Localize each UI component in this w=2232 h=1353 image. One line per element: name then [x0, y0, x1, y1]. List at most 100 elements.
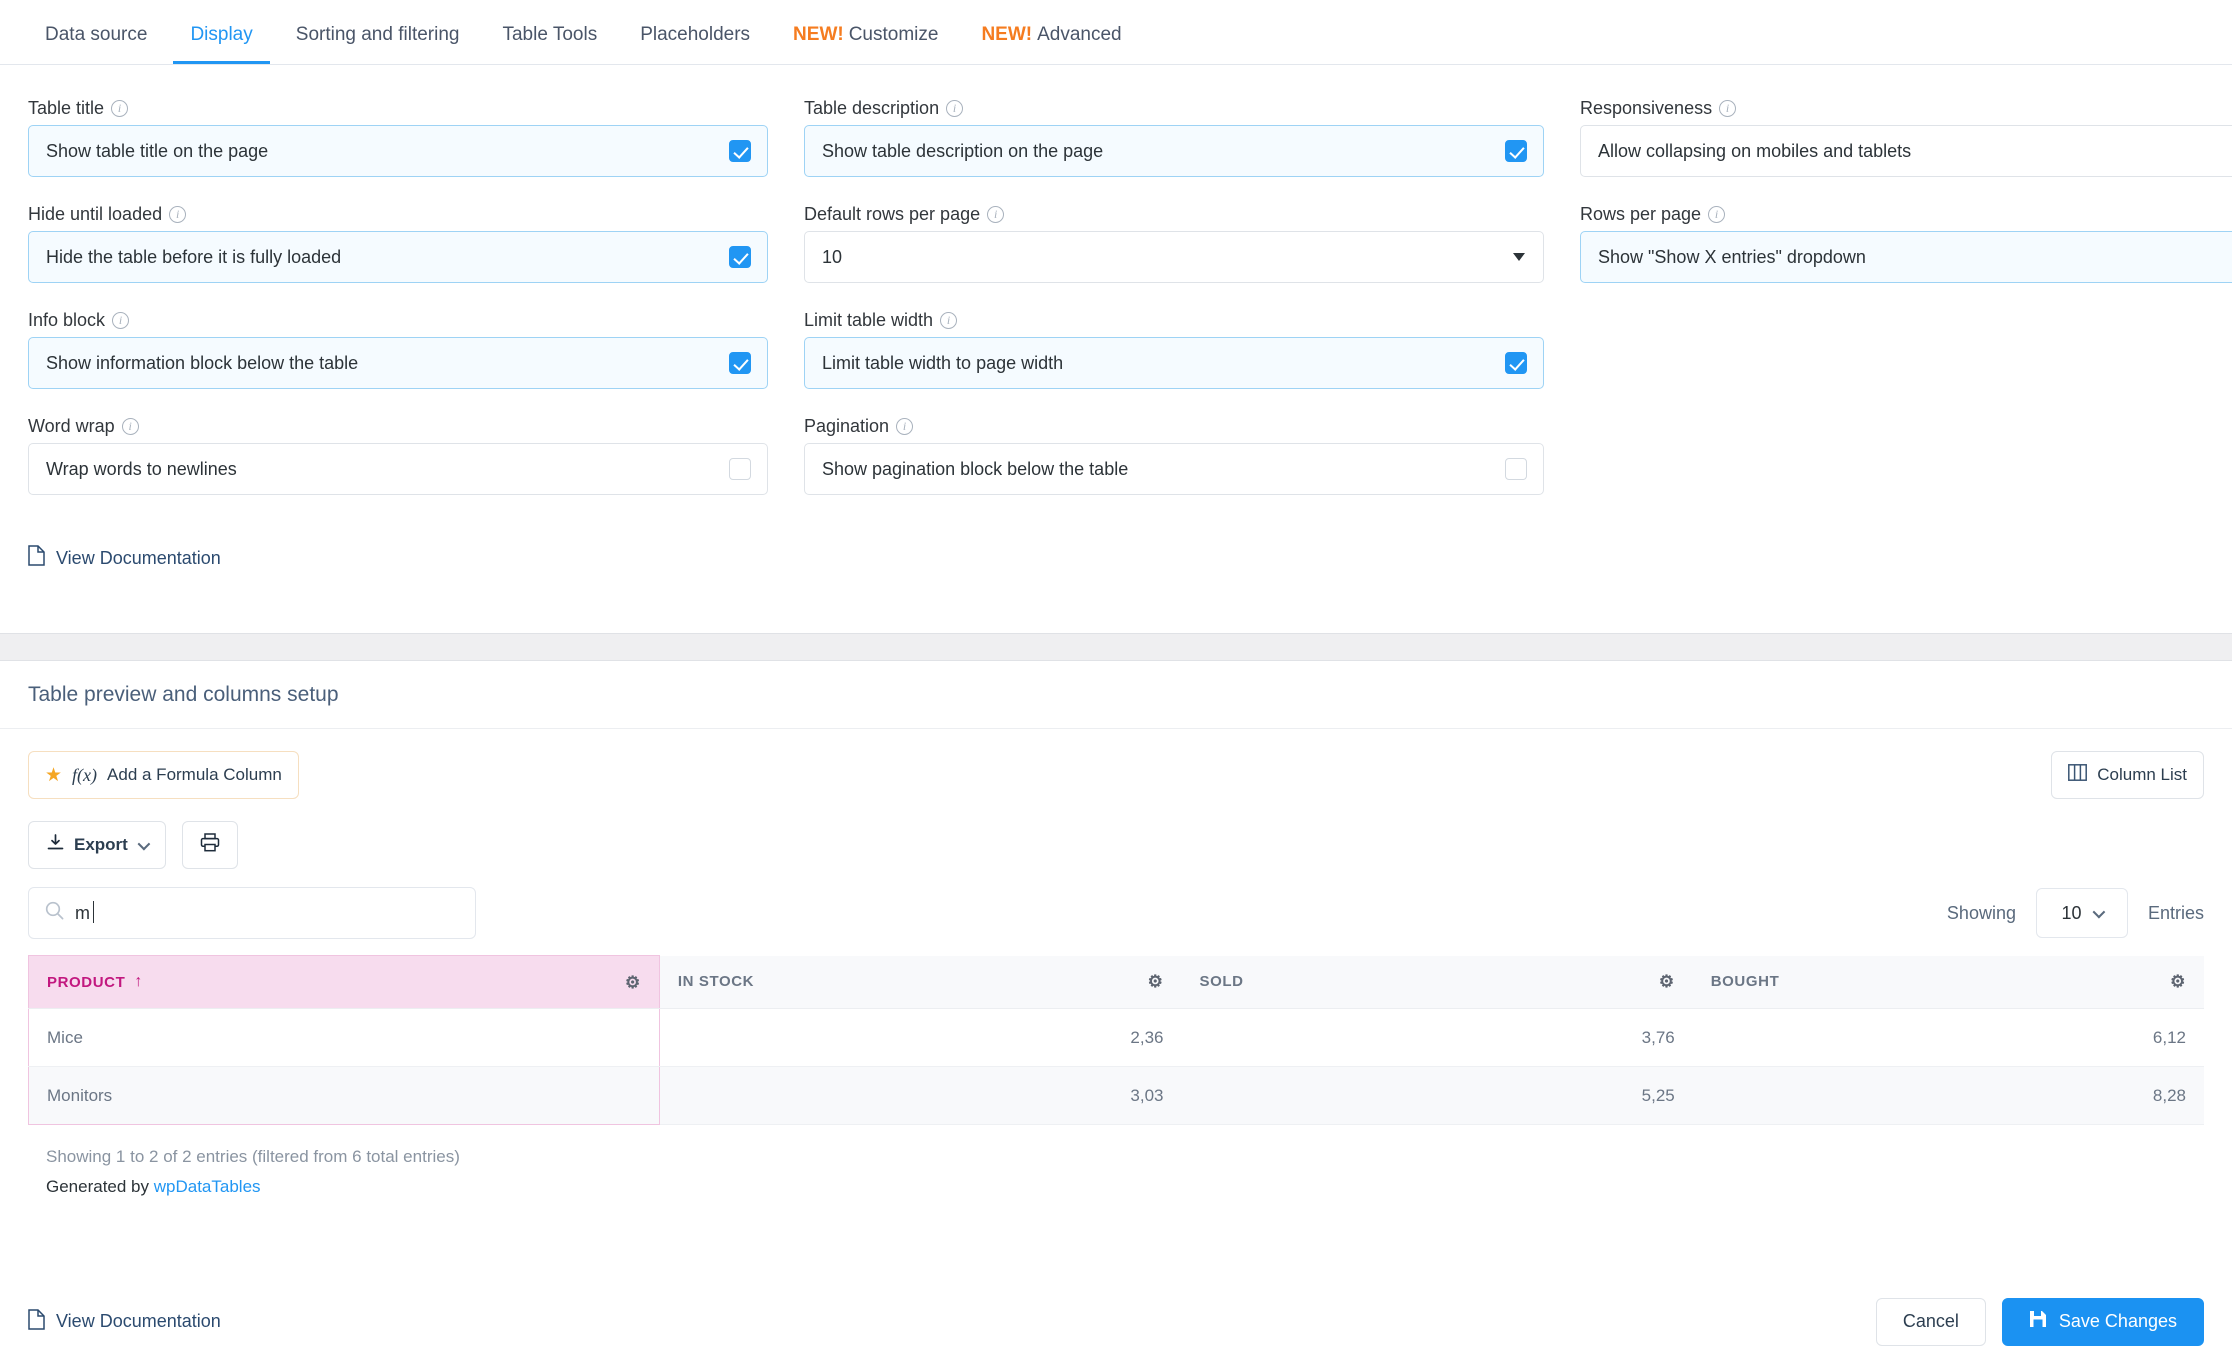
search-input[interactable]: m — [28, 887, 476, 939]
export-toolbar: Export — [28, 821, 2204, 869]
tab-data-source[interactable]: Data source — [28, 25, 164, 64]
settings-field-default-rows-per-page: Default rows per page i 10 — [804, 205, 1544, 283]
tab-bar: Data source Display Sorting and filtering T… — [0, 0, 2232, 65]
field-label-text: Table title — [28, 98, 105, 118]
info-icon[interactable]: i — [1719, 99, 1737, 117]
field-label-pagination: Pagination i — [804, 417, 1544, 435]
checkbox[interactable] — [729, 246, 751, 268]
checkbox-row-table-title[interactable]: Show table title on the page — [28, 125, 768, 177]
checkbox[interactable] — [729, 458, 751, 480]
column-header-in-stock[interactable]: IN STOCK ⚙ — [659, 955, 1182, 1009]
tab-sorting-and-filtering[interactable]: Sorting and filtering — [279, 25, 477, 64]
view-documentation-label-top: View Documentation — [56, 547, 221, 568]
checkbox-row-limit-table-width[interactable]: Limit table width to page width — [804, 337, 1544, 389]
tab-advanced[interactable]: NEW! Advanced — [964, 25, 1138, 64]
preview-title-text: Table preview and columns setup — [28, 682, 339, 706]
table-header-row: PRODUCT ↑ ⚙ IN STOCK ⚙ SOLD ⚙ BOUGHT ⚙ — [28, 955, 2204, 1009]
entries-select[interactable]: 10 — [2035, 888, 2128, 938]
entries-select-value: 10 — [2061, 902, 2082, 923]
checkbox-row-info-block[interactable]: Show information block below the table — [28, 337, 768, 389]
document-icon — [28, 545, 45, 571]
gear-icon[interactable]: ⚙ — [2170, 973, 2186, 990]
document-icon — [28, 1308, 45, 1335]
info-icon[interactable]: i — [1708, 205, 1726, 223]
checkbox[interactable] — [1505, 140, 1527, 162]
checkbox-row-hide-until-loaded[interactable]: Hide the table before it is fully loaded — [28, 231, 768, 283]
info-icon[interactable]: i — [169, 205, 187, 223]
column-header-product[interactable]: PRODUCT ↑ ⚙ — [28, 955, 660, 1009]
column-header-inner: BOUGHT ⚙ — [1711, 973, 2186, 990]
cancel-button[interactable]: Cancel — [1875, 1297, 1986, 1346]
section-divider-band — [0, 633, 2232, 661]
settings-field-table-title: Table title i Show table title on the page — [28, 99, 768, 177]
caret-down-icon — [1513, 253, 1525, 261]
add-formula-column-button[interactable]: ★ f(x) Add a Formula Column — [28, 751, 299, 799]
download-icon — [47, 834, 64, 856]
checkbox-row-table-description[interactable]: Show table description on the page — [804, 125, 1544, 177]
display-settings-panel: Table title i Show table title on the page… — [0, 65, 2232, 633]
search-input-value: m — [75, 900, 94, 923]
info-icon[interactable]: i — [946, 99, 964, 117]
settings-grid: Table title i Show table title on the page… — [28, 99, 2232, 523]
columns-icon — [2068, 764, 2088, 786]
gear-icon[interactable]: ⚙ — [1659, 973, 1675, 990]
checkbox-row-responsiveness[interactable]: Allow collapsing on mobiles and tablets — [1580, 125, 2232, 177]
checkbox[interactable] — [1505, 352, 1527, 374]
gear-icon[interactable]: ⚙ — [1148, 973, 1164, 990]
field-label-info-block: Info block i — [28, 311, 768, 329]
field-label-table-description: Table description i — [804, 99, 1544, 117]
settings-field-empty — [1580, 311, 2232, 389]
tab-label: Table Tools — [502, 24, 598, 45]
column-header-inner: SOLD ⚙ — [1200, 973, 1675, 990]
column-header-label-wrap: SOLD — [1200, 973, 1244, 990]
generated-by-text: Generated by wpDataTables — [46, 1177, 2204, 1197]
bottom-buttons: Cancel Save Changes — [1875, 1297, 2204, 1346]
column-header-bought[interactable]: BOUGHT ⚙ — [1692, 955, 2204, 1009]
column-header-label-wrap: BOUGHT — [1711, 973, 1780, 990]
info-icon[interactable]: i — [121, 417, 139, 435]
info-icon[interactable]: i — [940, 311, 958, 329]
field-label-hide-until-loaded: Hide until loaded i — [28, 205, 768, 223]
tab-display[interactable]: Display — [173, 25, 270, 64]
info-icon[interactable]: i — [111, 99, 129, 117]
field-label-text: Default rows per page — [804, 204, 981, 224]
checkbox-row-pagination[interactable]: Show pagination block below the table — [804, 443, 1544, 495]
export-button[interactable]: Export — [28, 821, 166, 869]
tab-customize[interactable]: NEW! Customize — [776, 25, 955, 64]
info-icon[interactable]: i — [896, 417, 914, 435]
view-documentation-link-bottom[interactable]: View Documentation — [28, 1308, 221, 1335]
tab-label: Advanced — [1037, 24, 1122, 45]
preview-toolbar: ★ f(x) Add a Formula Column Column List — [28, 751, 2204, 799]
checkbox[interactable] — [1505, 458, 1527, 480]
info-icon[interactable]: i — [987, 205, 1005, 223]
print-button[interactable] — [181, 821, 238, 869]
checkbox-row-rows-per-page[interactable]: Show "Show X entries" dropdown — [1580, 231, 2232, 283]
table-row: Mice 2,36 3,76 6,12 — [28, 1008, 2204, 1067]
checkbox[interactable] — [729, 352, 751, 374]
star-icon: ★ — [45, 764, 63, 786]
settings-field-info-block: Info block i Show information block below … — [28, 311, 768, 389]
tab-table-tools[interactable]: Table Tools — [485, 25, 614, 64]
chevron-down-icon — [137, 837, 151, 850]
checkbox[interactable] — [729, 140, 751, 162]
sort-ascending-icon[interactable]: ↑ — [134, 973, 143, 991]
new-badge: NEW! — [981, 24, 1033, 45]
field-label-text: Table description — [804, 98, 940, 118]
tab-label: Sorting and filtering — [295, 24, 460, 45]
cell-product: Monitors — [28, 1066, 660, 1125]
wpdatatables-link[interactable]: wpDataTables — [154, 1177, 261, 1196]
checkbox-row-label: Show "Show X entries" dropdown — [1598, 246, 1866, 267]
showing-label: Showing — [1946, 902, 2016, 923]
settings-field-rows-per-page: Rows per page i Show "Show X entries" drop… — [1580, 205, 2232, 283]
settings-field-word-wrap: Word wrap i Wrap words to newlines — [28, 417, 768, 495]
info-icon[interactable]: i — [112, 311, 130, 329]
checkbox-row-word-wrap[interactable]: Wrap words to newlines — [28, 443, 768, 495]
tab-placeholders[interactable]: Placeholders — [623, 25, 767, 64]
select-default-rows-per-page[interactable]: 10 — [804, 231, 1544, 283]
column-list-button[interactable]: Column List — [2051, 751, 2204, 799]
view-documentation-link-top[interactable]: View Documentation — [28, 545, 221, 571]
column-header-label: SOLD — [1199, 973, 1244, 991]
save-changes-button[interactable]: Save Changes — [2001, 1297, 2204, 1346]
column-header-sold[interactable]: SOLD ⚙ — [1181, 955, 1693, 1009]
gear-icon[interactable]: ⚙ — [625, 974, 641, 991]
